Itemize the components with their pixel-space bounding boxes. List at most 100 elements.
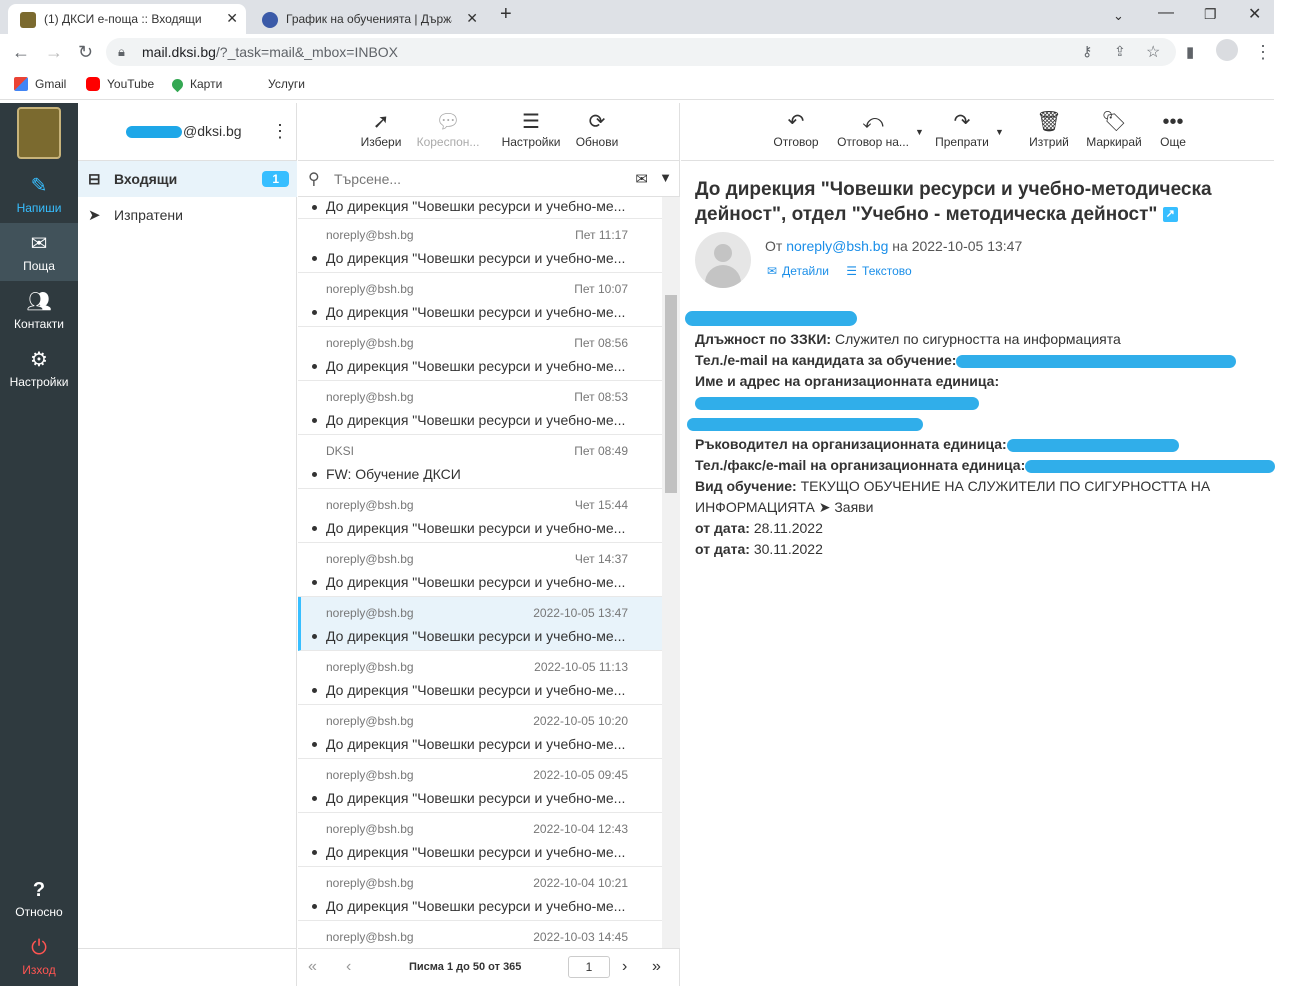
sender-avatar [695, 232, 751, 288]
tab-title: (1) ДКСИ е-поща :: Входящи [44, 12, 202, 26]
tab-schedule[interactable]: График на обученията | Държав ✕ [250, 4, 486, 34]
tab-mail[interactable]: (1) ДКСИ е-поща :: Входящи ✕ [8, 4, 246, 34]
list-toolbar: ➚ Избери 💬︎ Кореспон... ☰ Настройки ⟳ Об… [298, 103, 680, 161]
nav-about[interactable]: ? Относно [0, 871, 78, 929]
address-bar-row: ← → ↻ 🔒︎ mail.dksi.bg/?_task=mail&_mbox=… [0, 34, 1274, 70]
list-item[interactable]: noreply@bsh.bg Чет 14:37 До дирекция "Чове… [298, 543, 662, 597]
sender-link[interactable]: noreply@bsh.bg [786, 238, 888, 254]
bookmark-star-icon[interactable]: ☆ [1146, 42, 1160, 62]
folder-inbox[interactable]: ⊟ Входящи 1 [78, 161, 297, 197]
external-link-icon[interactable]: ↗ [1162, 207, 1178, 223]
forward-icon[interactable]: → [45, 42, 63, 63]
account-menu-icon[interactable]: ⋮ [271, 121, 289, 142]
list-item[interactable]: noreply@bsh.bg Чет 15:44 До дирекция "Чове… [298, 489, 662, 543]
nav-logout[interactable]: ⏻ Изход [0, 929, 78, 987]
nav-compose[interactable]: ✎ Напиши [0, 165, 78, 223]
list-item[interactable]: noreply@bsh.bg 2022-10-05 13:47 До дирекци… [298, 597, 662, 651]
reply-button[interactable]: ↶ Отговор [769, 109, 823, 149]
reload-icon[interactable]: ↻ [78, 42, 93, 63]
new-tab-button[interactable]: + [500, 3, 512, 26]
tab-search-icon[interactable]: ⌄ [1113, 8, 1124, 24]
restore-icon[interactable]: ❐ [1204, 6, 1217, 23]
reply-all-dropdown-icon[interactable]: ▼ [915, 127, 924, 137]
message-dot [312, 634, 317, 639]
nav-settings[interactable]: ⚙ Настройки [0, 339, 78, 397]
forward-button[interactable]: ↷ Препрати [929, 109, 995, 149]
close-tab-icon[interactable]: ✕ [466, 10, 478, 27]
select-button[interactable]: ➚ Избери [356, 109, 406, 149]
chevron-down-icon[interactable]: ▼ [659, 170, 672, 185]
next-page-icon[interactable]: › [622, 958, 627, 976]
list-item[interactable]: noreply@bsh.bg 2022-10-03 14:45 [298, 921, 662, 949]
message-sender: noreply@bsh.bg [326, 336, 414, 350]
mark-button[interactable]: 🏷︎ Маркирай [1081, 109, 1147, 149]
last-page-icon[interactable]: » [652, 958, 661, 976]
details-link[interactable]: Детайли [782, 264, 829, 278]
message-subject: До дирекция "Човешки ресурси и учебно-ме… [326, 412, 626, 428]
list-item[interactable]: До дирекция "Човешки ресурси и учебно-ме… [298, 197, 662, 219]
lock-icon: 🔒︎ [118, 44, 125, 59]
url-input[interactable]: 🔒︎ mail.dksi.bg/?_task=mail&_mbox=INBOX … [106, 38, 1176, 66]
redaction-scribble [1025, 459, 1276, 473]
page-input[interactable]: 1 [568, 956, 610, 978]
field-label: Тел./e-mail на кандидата за обучение: [695, 352, 957, 368]
list-item[interactable]: noreply@bsh.bg 2022-10-05 11:13 До дирекци… [298, 651, 662, 705]
message-sender: noreply@bsh.bg [326, 282, 414, 296]
key-icon[interactable]: ⚷ [1082, 43, 1092, 60]
nav-mail[interactable]: ✉ Поща [0, 223, 78, 281]
more-button[interactable]: ••• Още [1153, 109, 1193, 149]
list-item[interactable]: DKSI Пет 08:49 FW: Обучение ДКСИ [298, 435, 662, 489]
threads-button[interactable]: 💬︎ Кореспон... [412, 109, 484, 149]
window-close-icon[interactable]: ✕ [1248, 4, 1261, 24]
list-item[interactable]: noreply@bsh.bg 2022-10-04 10:21 До дирекци… [298, 867, 662, 921]
list-item[interactable]: noreply@bsh.bg 2022-10-04 12:43 До дирекци… [298, 813, 662, 867]
list-item[interactable]: noreply@bsh.bg Пет 08:56 До дирекция "Чове… [298, 327, 662, 381]
first-page-icon[interactable]: « [308, 958, 317, 976]
list-item[interactable]: noreply@bsh.bg 2022-10-05 10:20 До дирекци… [298, 705, 662, 759]
email-body: Длъжност по ЗЗКИ: Служител по сигурностт… [687, 329, 1276, 560]
prev-page-icon[interactable]: ‹ [346, 958, 351, 976]
dksi-logo[interactable] [17, 107, 61, 159]
message-date: 2022-10-04 12:43 [533, 822, 628, 836]
bookmark-youtube[interactable]: YouTube [86, 77, 154, 91]
list-scrollbar[interactable] [662, 197, 680, 949]
plaintext-link[interactable]: Текстово [862, 264, 912, 278]
message-subject: До дирекция "Човешки ресурси и учебно-ме… [326, 736, 626, 752]
refresh-button[interactable]: ⟳ Обнови [570, 109, 624, 149]
bookmark-maps[interactable]: Карти [169, 76, 222, 92]
from-prefix: От [765, 238, 783, 254]
side-panel-icon[interactable]: ▮ [1186, 43, 1194, 61]
profile-avatar[interactable] [1216, 39, 1238, 61]
message-dot [312, 310, 317, 315]
list-options-button[interactable]: ☰ Настройки [496, 109, 566, 149]
list-item[interactable]: noreply@bsh.bg Пет 08:53 До дирекция "Чове… [298, 381, 662, 435]
minimize-icon[interactable]: — [1158, 4, 1174, 22]
bookmark-gmail[interactable]: Gmail [14, 77, 66, 91]
reply-all-button[interactable]: ⤺ Отговор на... [831, 109, 915, 149]
toolbar-label: Изтрий [1029, 135, 1069, 149]
redaction-scribble [1006, 438, 1179, 452]
chrome-menu-icon[interactable]: ⋮ [1254, 42, 1272, 63]
close-tab-icon[interactable]: ✕ [226, 10, 238, 27]
message-date: Пет 08:56 [574, 336, 628, 350]
delete-button[interactable]: 🗑︎ Изтрий [1023, 109, 1075, 149]
search-input[interactable]: Търсене... [334, 171, 401, 187]
back-icon[interactable]: ← [12, 42, 30, 63]
message-dot [312, 526, 317, 531]
scrollbar-thumb[interactable] [665, 295, 677, 493]
forward-dropdown-icon[interactable]: ▼ [995, 127, 1004, 137]
folder-sent[interactable]: ➤ Изпратени [78, 197, 297, 233]
nav-label: Напиши [16, 201, 62, 215]
list-item[interactable]: noreply@bsh.bg Пет 11:17 До дирекция "Чове… [298, 219, 662, 273]
toolbar-label: Обнови [575, 135, 619, 149]
share-icon[interactable]: ⇪ [1114, 43, 1126, 60]
nav-contacts[interactable]: 👥︎ Контакти [0, 281, 78, 339]
toolbar-label: Отговор на... [837, 135, 909, 149]
unread-filter-icon[interactable]: ✉ [635, 170, 648, 188]
apps-icon [247, 77, 261, 91]
bookmark-services[interactable]: Услуги [247, 77, 305, 91]
list-item[interactable]: noreply@bsh.bg Пет 10:07 До дирекция "Чове… [298, 273, 662, 327]
list-item[interactable]: noreply@bsh.bg 2022-10-05 09:45 До дирекци… [298, 759, 662, 813]
youtube-icon [86, 77, 100, 91]
redaction-scribble [126, 126, 182, 139]
